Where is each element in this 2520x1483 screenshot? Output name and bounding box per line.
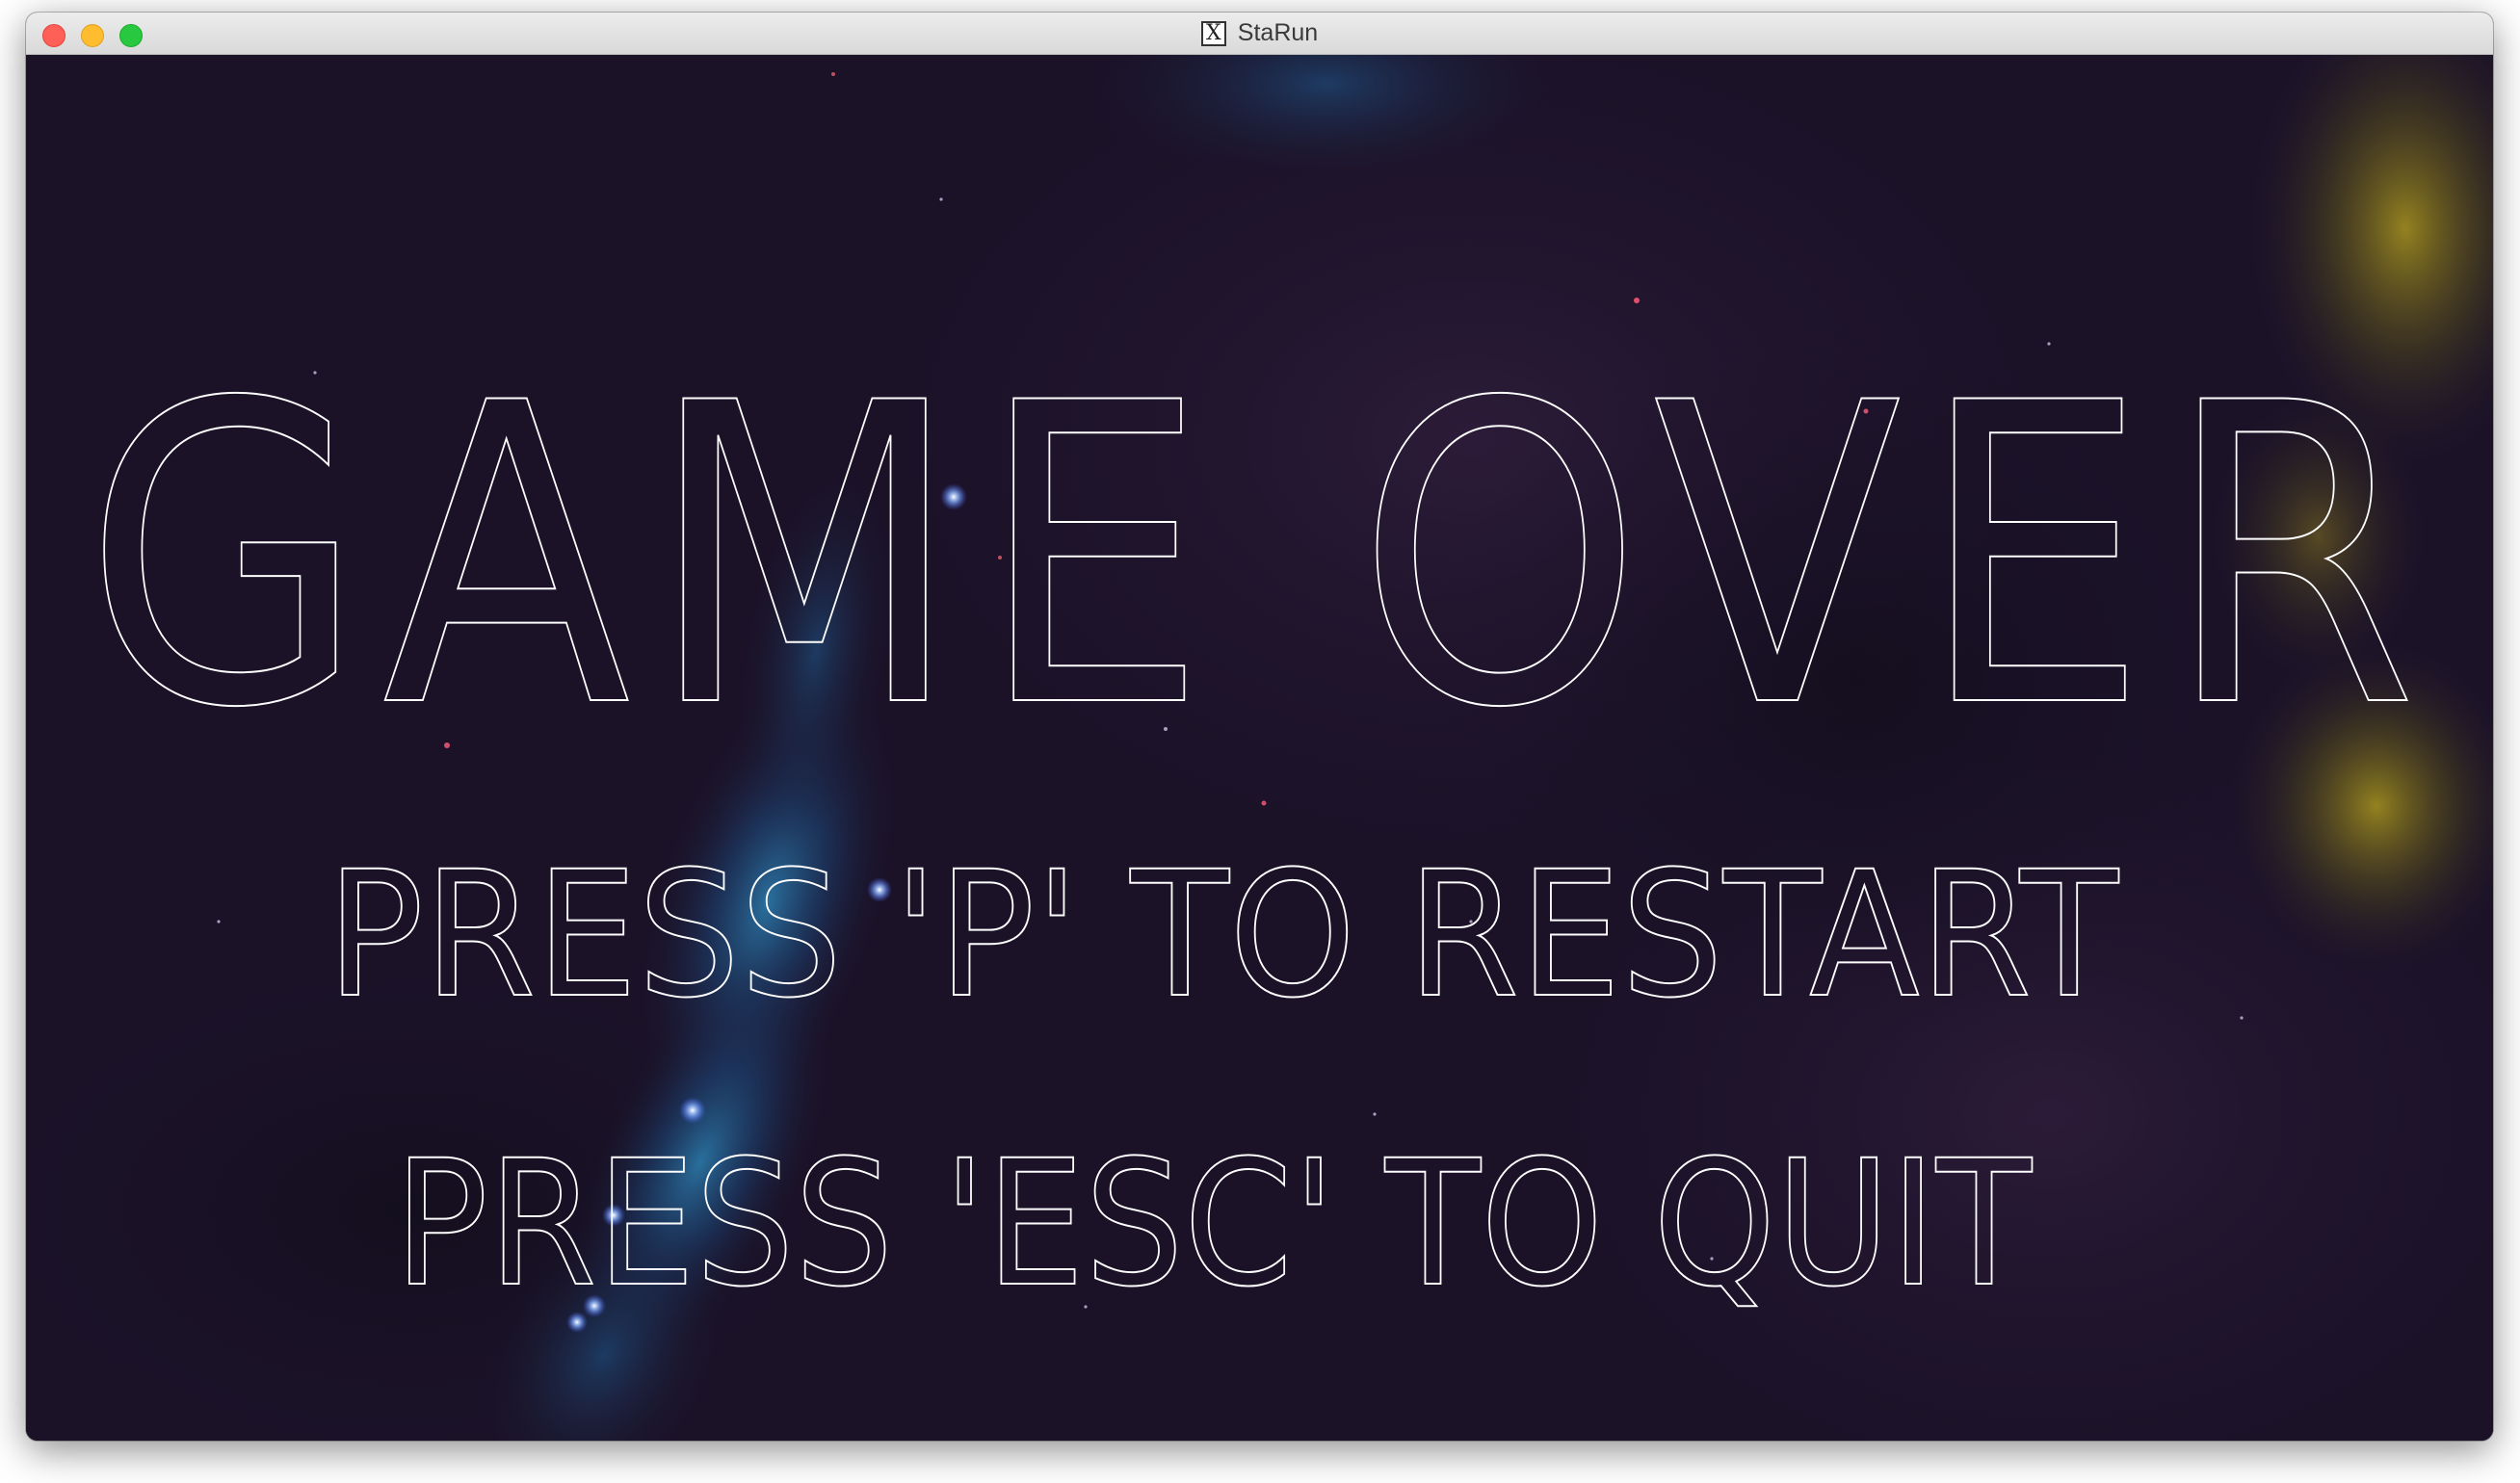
window-title-group: X StaRun — [26, 13, 2493, 54]
game-canvas[interactable]: GAME OVER PRESS 'P' TO RESTART PRESS 'ES… — [26, 55, 2493, 1441]
quit-prompt: PRESS 'ESC' TO QUIT — [394, 1124, 2033, 1325]
window-title: StaRun — [1237, 19, 1319, 46]
title-bar[interactable]: X StaRun — [26, 13, 2493, 55]
game-over-overlay: GAME OVER PRESS 'P' TO RESTART PRESS 'ES… — [83, 316, 2434, 1326]
x11-icon: X — [1200, 20, 1226, 46]
game-over-title: GAME OVER — [84, 317, 2434, 798]
app-window: X StaRun GAME OVER PRESS 'P' TO RESTART … — [26, 13, 2493, 1441]
restart-prompt: PRESS 'P' TO RESTART — [327, 835, 2119, 1036]
